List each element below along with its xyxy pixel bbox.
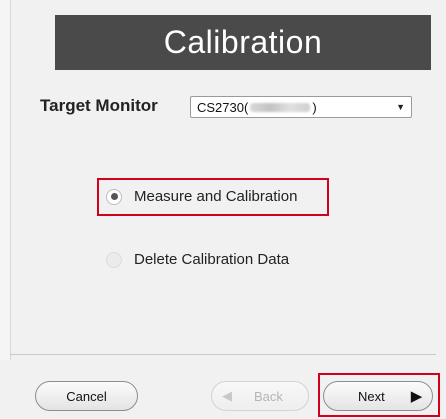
title-bar: Calibration xyxy=(55,15,431,70)
target-monitor-label: Target Monitor xyxy=(40,96,158,115)
back-button-label: Back xyxy=(254,388,283,404)
cancel-button[interactable]: Cancel xyxy=(35,381,138,411)
highlight-box-next xyxy=(318,373,440,417)
target-monitor-select[interactable]: CS2730( ) ▼ xyxy=(190,96,412,118)
monitor-name-suffix: ) xyxy=(312,99,317,115)
option-label: Delete Calibration Data xyxy=(134,251,290,268)
masked-serial-number xyxy=(250,102,311,112)
calibration-dialog: Calibration Target Monitor CS2730( ) ▼ M… xyxy=(0,0,446,419)
dialog-title: Calibration xyxy=(163,24,323,60)
option-delete-calibration-data[interactable]: Delete Calibration Data xyxy=(106,251,289,268)
radio-unselected-icon[interactable] xyxy=(106,251,122,268)
footer-divider xyxy=(10,354,436,355)
left-edge-divider xyxy=(0,0,11,360)
highlight-box-measure xyxy=(97,178,329,216)
back-button[interactable]: ◀ Back xyxy=(211,381,309,411)
monitor-name-prefix: CS2730( xyxy=(197,99,249,115)
triangle-left-icon: ◀ xyxy=(222,388,232,403)
cancel-button-label: Cancel xyxy=(66,388,107,404)
caret-down-icon: ▼ xyxy=(396,102,405,112)
